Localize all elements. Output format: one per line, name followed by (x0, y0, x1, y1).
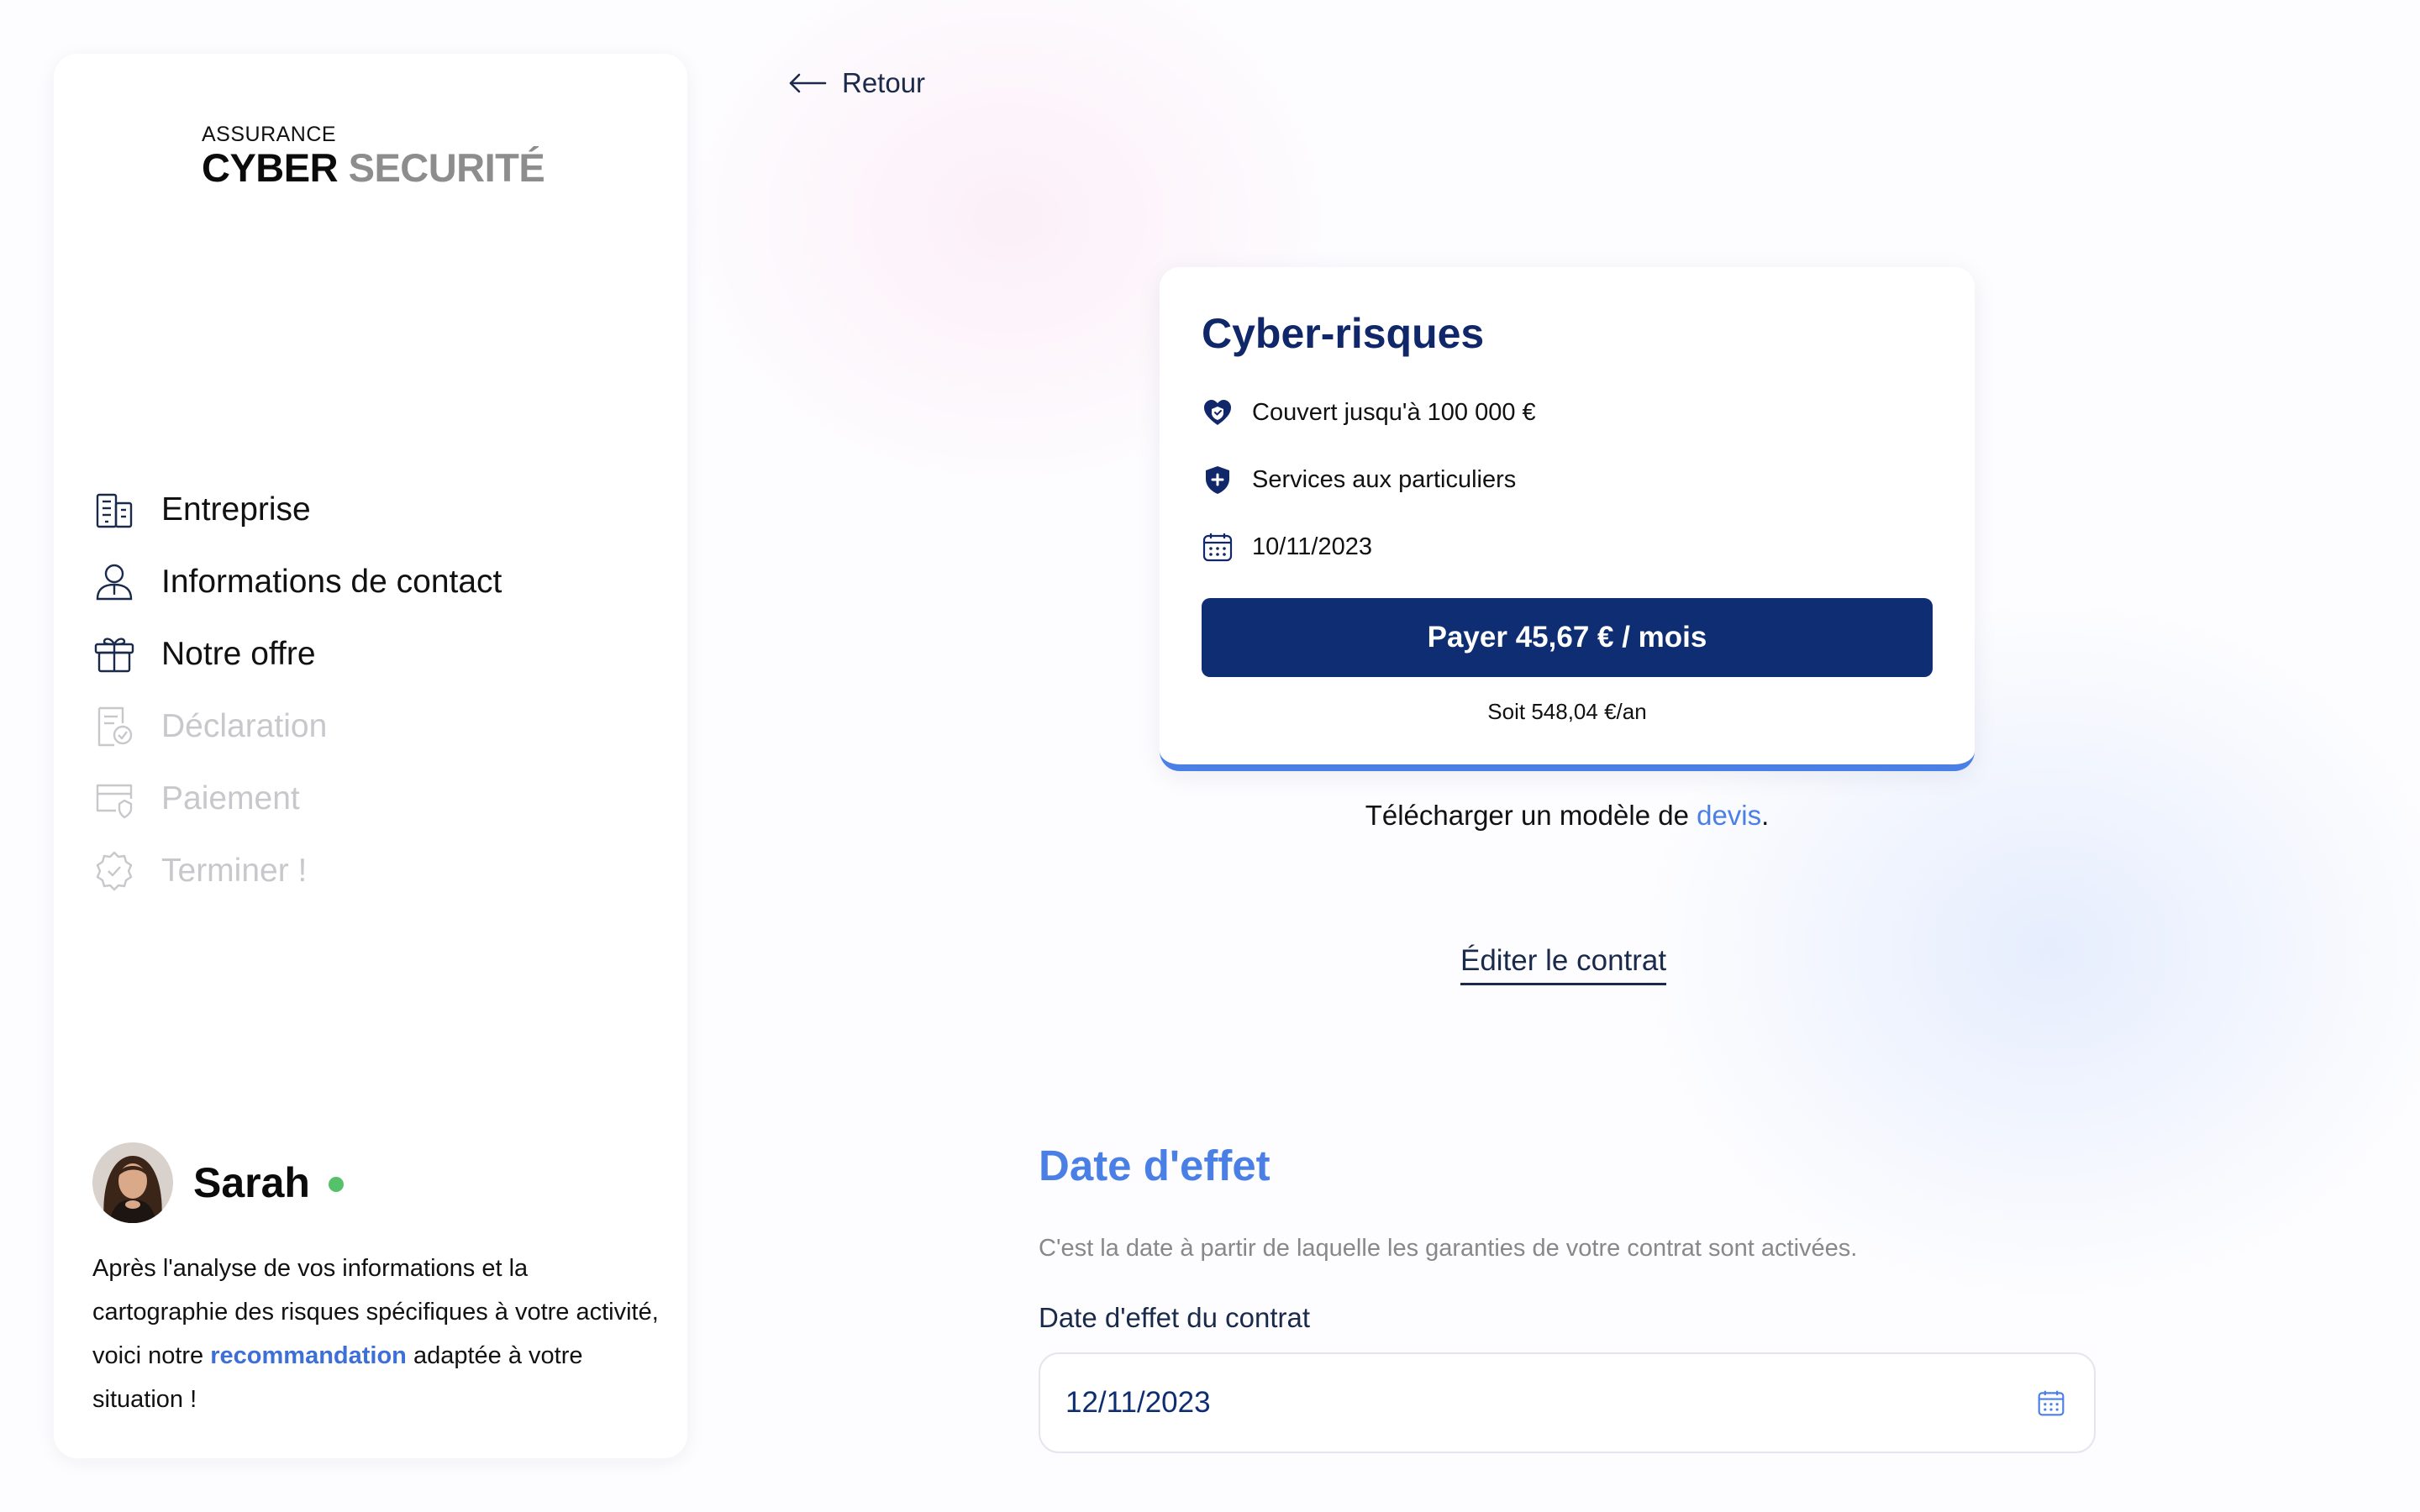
section-description: C'est la date à partir de laquelle les g… (1039, 1235, 1858, 1262)
nav-item-terminer: Terminer ! (92, 835, 502, 907)
building-icon (96, 493, 133, 528)
feature-text: Services aux particuliers (1252, 465, 1517, 493)
coverage-feature: Couvert jusqu'à 100 000 € (1202, 396, 1536, 428)
date-feature: 10/11/2023 (1202, 531, 1372, 563)
yearly-price: Soit 548,04 €/an (1487, 699, 1647, 724)
shield-plus-icon (1206, 466, 1229, 494)
user-icon (96, 564, 133, 601)
recommendation-highlight: recommandation (210, 1342, 407, 1369)
nav-label: Déclaration (161, 708, 328, 744)
effective-date-value: 12/11/2023 (1065, 1386, 1211, 1419)
nav-item-paiement: Paiement (92, 763, 502, 835)
step-nav: Entreprise Informations de contact Notre… (92, 474, 502, 907)
nav-label: Informations de contact (161, 564, 502, 600)
logo-cyber-text: CYBER (202, 145, 339, 190)
logo-security-text: SECURITÉ (348, 145, 545, 190)
calendar-icon (1202, 533, 1233, 562)
logo: ASSURANCE CYBER SECURITÉ (202, 123, 545, 190)
nav-label: Entreprise (161, 491, 311, 528)
download-quote-text: Télécharger un modèle de devis. (1365, 800, 1770, 831)
nav-item-entreprise[interactable]: Entreprise (92, 474, 502, 546)
nav-item-offre[interactable]: Notre offre (92, 618, 502, 690)
calendar-icon[interactable] (2037, 1389, 2065, 1417)
pay-button[interactable]: Payer 45,67 € / mois (1202, 598, 1933, 677)
offer-title: Cyber-risques (1202, 310, 1485, 357)
edit-contract-link[interactable]: Éditer le contrat (1460, 944, 1667, 985)
gift-icon (94, 638, 134, 673)
nav-label: Notre offre (161, 636, 316, 672)
feature-text: 10/11/2023 (1252, 533, 1372, 560)
effective-date-input[interactable]: 12/11/2023 (1039, 1352, 2096, 1453)
services-feature: Services aux particuliers (1202, 464, 1516, 496)
back-label: Retour (842, 67, 926, 98)
advisor-name: Sarah (193, 1159, 310, 1206)
arrow-left-icon (789, 73, 827, 93)
online-status-indicator (328, 1177, 344, 1192)
feature-text: Couvert jusqu'à 100 000 € (1252, 398, 1536, 426)
effective-date-label: Date d'effet du contrat (1039, 1302, 1311, 1333)
nav-item-declaration: Déclaration (92, 690, 502, 763)
badge-check-icon (96, 851, 133, 891)
section-title: Date d'effet (1039, 1142, 1270, 1189)
avatar (92, 1142, 173, 1223)
card-check-icon (96, 784, 133, 819)
advisor-card: Sarah Après l'analyse de vos information… (92, 1142, 664, 1421)
back-link[interactable]: Retour (788, 67, 925, 99)
download-quote-link[interactable]: devis (1697, 800, 1761, 831)
nav-label: Terminer ! (161, 853, 308, 889)
logo-small-text: ASSURANCE (202, 123, 337, 146)
advisor-message: Après l'analyse de vos informations et l… (92, 1255, 659, 1413)
sidebar: ASSURANCE CYBER SECURITÉ Entreprise Info… (54, 54, 687, 1458)
offer-card: Cyber-risques Couvert jusqu'à 100 000 € … (1160, 267, 1975, 771)
nav-item-contact[interactable]: Informations de contact (92, 546, 502, 618)
nav-label: Paiement (161, 780, 300, 816)
document-check-icon (97, 706, 133, 747)
heart-shield-icon (1204, 400, 1231, 425)
